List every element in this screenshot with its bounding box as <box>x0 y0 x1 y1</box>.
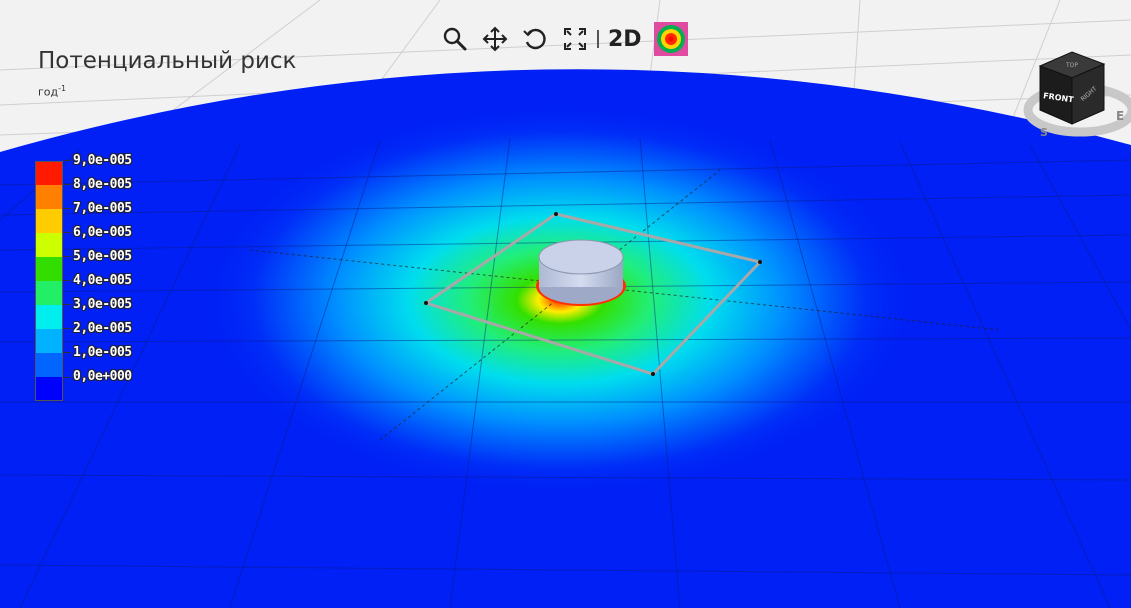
compass-e-label: E <box>1116 109 1124 123</box>
legend-tick <box>63 352 71 353</box>
legend-label: 5,0e-005 <box>73 249 132 264</box>
panel-title: Потенциальный риск <box>38 48 297 74</box>
legend-tick <box>63 184 71 185</box>
legend-label: 7,0e-005 <box>73 201 132 216</box>
legend-tick <box>63 280 71 281</box>
toolbar-separator <box>597 30 599 48</box>
legend-label: 9,0e-005 <box>73 153 132 168</box>
risk-contour-button[interactable] <box>653 22 688 56</box>
legend-bottom-label: 0,0e+000 <box>73 369 132 384</box>
legend-label: 4,0e-005 <box>73 273 132 288</box>
legend-label: 3,0e-005 <box>73 297 132 312</box>
units-exponent: -1 <box>58 84 67 93</box>
legend-label: 2,0e-005 <box>73 321 132 336</box>
legend-label: 8,0e-005 <box>73 177 132 192</box>
legend-swatch <box>35 281 63 305</box>
legend-tick <box>63 160 71 161</box>
mode-2d-button[interactable]: 2D <box>606 27 644 52</box>
legend-tick <box>63 377 71 378</box>
legend-swatch <box>35 209 63 233</box>
legend-swatch <box>35 161 63 185</box>
rotate-icon[interactable] <box>520 24 550 54</box>
legend-swatch <box>35 377 63 401</box>
units-base: год <box>38 85 59 99</box>
legend-swatch <box>35 353 63 377</box>
legend-tick <box>63 328 71 329</box>
legend-swatch <box>35 233 63 257</box>
legend-swatch <box>35 257 63 281</box>
navigation-cube[interactable]: E S TOP FRONT RIGHT <box>1020 48 1131 148</box>
move-arrows-icon[interactable] <box>480 24 510 54</box>
3d-viewport[interactable]: Потенциальный риск год-1 9,0e-005 8,0e-00… <box>0 0 1131 608</box>
panel-units: год-1 <box>38 84 66 99</box>
legend-swatch <box>35 305 63 329</box>
risk-contour-icon <box>656 25 685 53</box>
legend-tick <box>63 304 71 305</box>
risk-map-scene[interactable] <box>0 0 1131 608</box>
fit-extent-icon[interactable] <box>560 24 590 54</box>
view-toolbar: 2D <box>440 22 688 56</box>
legend-swatch <box>35 329 63 353</box>
magnifier-icon[interactable] <box>440 24 470 54</box>
compass-s-label: S <box>1040 126 1048 139</box>
legend-swatch <box>35 185 63 209</box>
legend-tick <box>63 256 71 257</box>
legend-tick <box>63 232 71 233</box>
legend-tick <box>63 208 71 209</box>
storage-tank[interactable] <box>536 239 626 306</box>
legend-label: 6,0e-005 <box>73 225 132 240</box>
legend-label: 1,0e-005 <box>73 345 132 360</box>
cube-top-label: TOP <box>1065 62 1078 69</box>
